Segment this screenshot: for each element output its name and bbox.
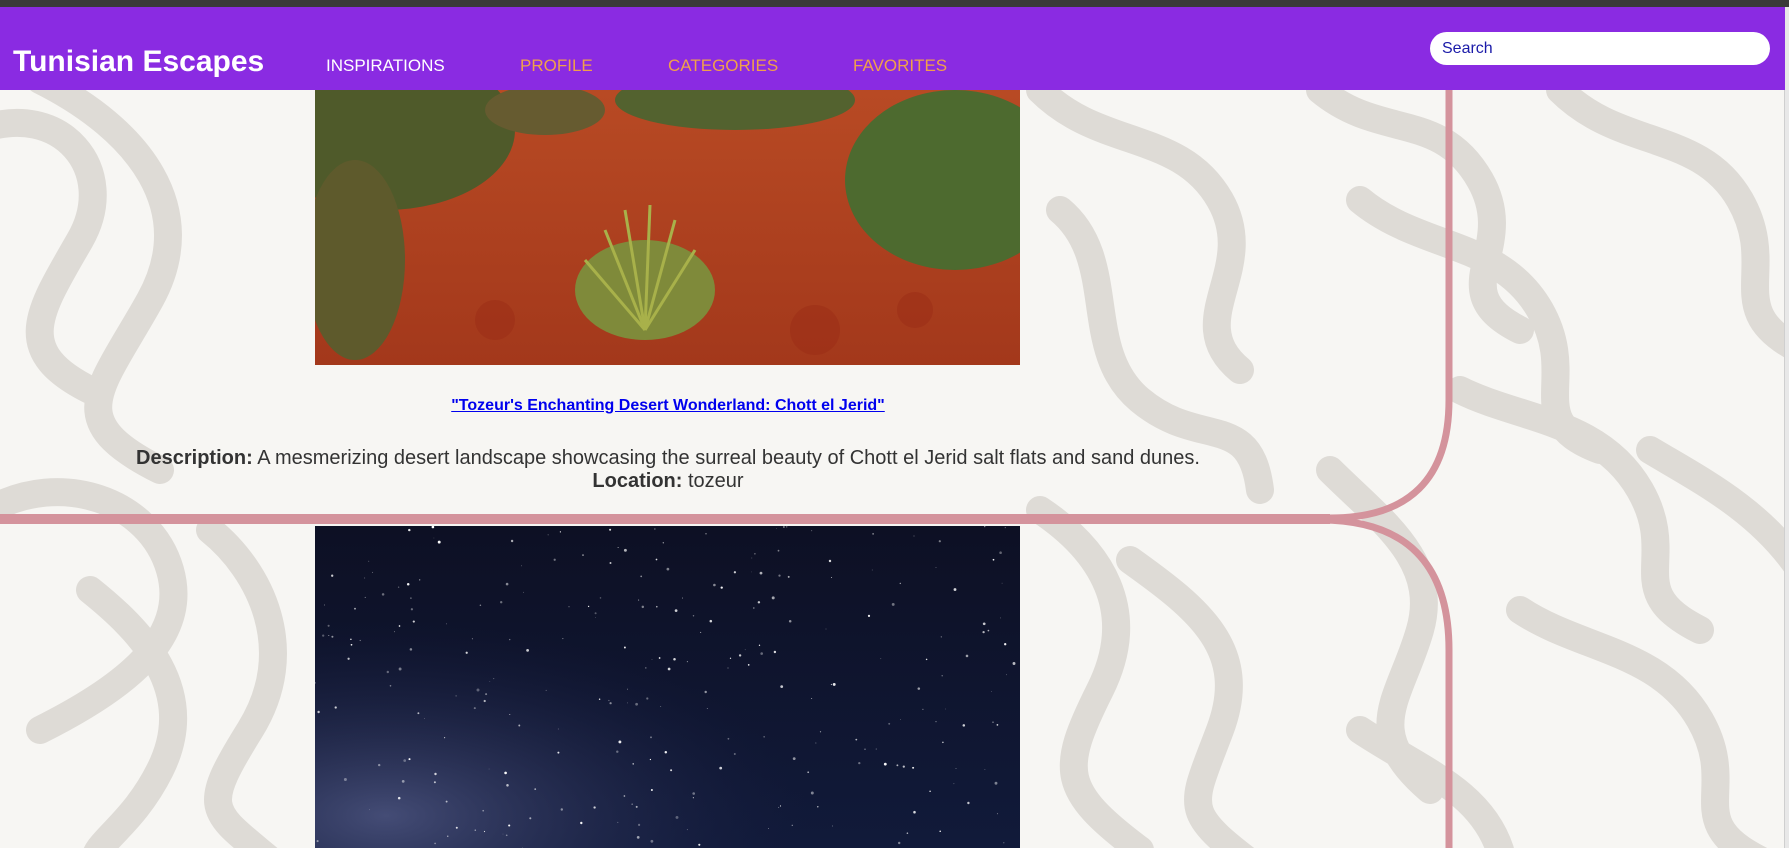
card-title-link[interactable]: "Tozeur's Enchanting Desert Wonderland: … bbox=[0, 398, 1336, 414]
nav-link-categories[interactable]: CATEGORIES bbox=[668, 57, 778, 74]
vertical-scrollbar[interactable] bbox=[1784, 7, 1789, 848]
desert-landscape-image bbox=[315, 90, 1020, 365]
description-label: Description: bbox=[136, 447, 253, 469]
window-top-border bbox=[0, 0, 1789, 7]
card-description-line: Description: A mesmerizing desert landsc… bbox=[0, 447, 1336, 470]
description-text: A mesmerizing desert landscape showcasin… bbox=[257, 447, 1200, 469]
brand-title[interactable]: Tunisian Escapes bbox=[13, 47, 264, 77]
starry-night-image bbox=[315, 526, 1020, 848]
top-navbar: Tunisian Escapes INSPIRATIONS PROFILE CA… bbox=[0, 7, 1785, 90]
nav-link-inspirations[interactable]: INSPIRATIONS bbox=[326, 57, 445, 74]
location-value: tozeur bbox=[687, 470, 744, 492]
card-location-line: Location: tozeur bbox=[0, 470, 1336, 493]
location-label: Location: bbox=[592, 470, 683, 492]
nav-link-profile[interactable]: PROFILE bbox=[520, 57, 593, 74]
card-details: Description: A mesmerizing desert landsc… bbox=[0, 447, 1336, 493]
nav-link-favorites[interactable]: FAVORITES bbox=[853, 57, 947, 74]
search-input[interactable] bbox=[1430, 32, 1770, 65]
